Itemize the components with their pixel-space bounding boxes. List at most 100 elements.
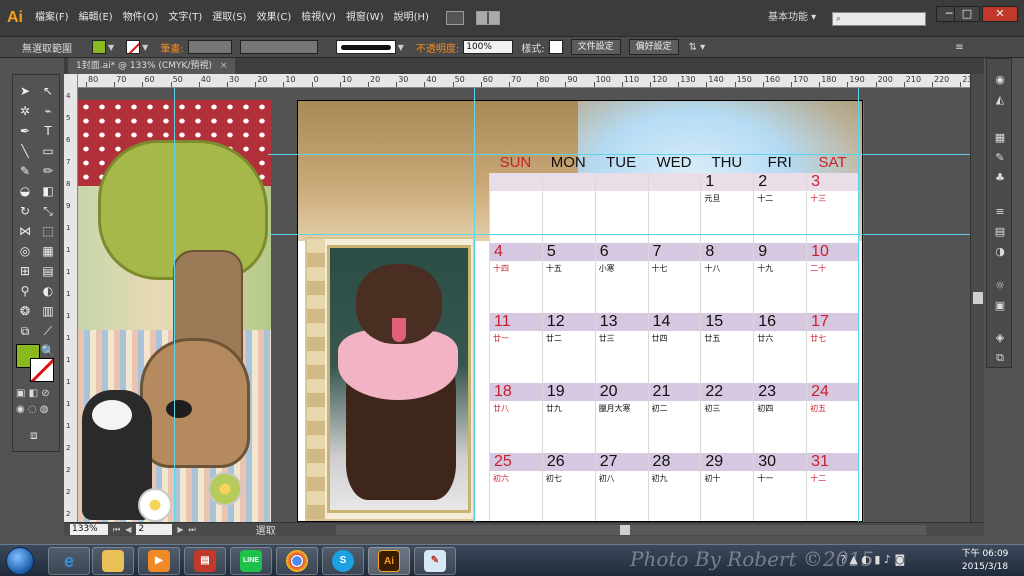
magic-wand-tool-icon[interactable]: ✲ bbox=[15, 101, 35, 121]
chevron-down-icon[interactable]: ▼ bbox=[142, 43, 148, 52]
arrange-documents-icon[interactable] bbox=[475, 11, 500, 25]
document-setup-button[interactable]: 文件設定 bbox=[570, 39, 621, 55]
taskbar-line[interactable]: LINE bbox=[230, 547, 272, 575]
calendar-day-cell[interactable]: 4 十四 bbox=[489, 243, 542, 313]
transform-icon[interactable]: ⇅ ▾ bbox=[689, 42, 706, 53]
calendar-day-cell[interactable]: 15 廿五 bbox=[700, 313, 753, 383]
screen-mode-icon[interactable]: ⧈ bbox=[30, 428, 38, 443]
first-artboard-icon[interactable]: ⏮ bbox=[113, 525, 120, 535]
calendar-day-cell[interactable]: 2 十二 bbox=[753, 173, 806, 243]
free-transform-tool-icon[interactable]: ⬚ bbox=[38, 221, 58, 241]
calendar-day-cell[interactable]: 19 廿九 bbox=[541, 383, 595, 453]
opacity-label[interactable]: 不透明度: bbox=[416, 40, 459, 55]
mesh-tool-icon[interactable]: ⊞ bbox=[15, 261, 35, 281]
appearance-icon[interactable]: ☼ bbox=[992, 279, 1008, 293]
transparency-icon[interactable]: ◑ bbox=[992, 245, 1008, 259]
rotate-tool-icon[interactable]: ↻ bbox=[15, 201, 35, 221]
menu-file[interactable]: 檔案(F) bbox=[30, 0, 74, 36]
taskbar-chrome[interactable] bbox=[276, 547, 318, 575]
guide-line[interactable] bbox=[268, 154, 970, 155]
calendar-day-cell[interactable] bbox=[489, 173, 542, 243]
chevron-down-icon[interactable]: ▼ bbox=[108, 43, 114, 52]
guide-line[interactable] bbox=[174, 88, 175, 522]
eyedropper-tool-icon[interactable]: ⚲ bbox=[15, 281, 35, 301]
guide-line[interactable] bbox=[268, 234, 970, 235]
type-tool-icon[interactable]: T bbox=[38, 121, 58, 141]
calendar-day-cell[interactable] bbox=[647, 173, 701, 243]
calendar-day-cell[interactable]: 21 初二 bbox=[647, 383, 701, 453]
shape-builder-tool-icon[interactable]: ◎ bbox=[15, 241, 35, 261]
eraser-tool-icon[interactable]: ◧ bbox=[38, 181, 58, 201]
calendar-day-cell[interactable] bbox=[541, 173, 595, 243]
calendar-day-cell[interactable]: 31 十二 bbox=[806, 453, 859, 521]
symbol-sprayer-tool-icon[interactable]: ❂ bbox=[15, 301, 35, 321]
stroke-weight-field[interactable] bbox=[187, 40, 232, 54]
close-icon[interactable]: × bbox=[220, 61, 228, 71]
scroll-thumb[interactable] bbox=[973, 292, 983, 304]
chevron-down-icon[interactable]: ▼ bbox=[398, 43, 404, 52]
workspace-switcher[interactable]: 基本功能 ▾ bbox=[768, 0, 816, 36]
menu-effect[interactable]: 效果(C) bbox=[251, 0, 296, 36]
width-tool-icon[interactable]: ⋈ bbox=[15, 221, 35, 241]
layers-icon[interactable]: ◈ bbox=[992, 331, 1008, 345]
calendar-day-cell[interactable]: 11 廿一 bbox=[489, 313, 542, 383]
stroke-color-swatch[interactable] bbox=[126, 40, 141, 54]
rectangle-tool-icon[interactable]: ▭ bbox=[38, 141, 58, 161]
calendar-day-cell[interactable]: 26 初七 bbox=[541, 453, 595, 521]
vertical-ruler[interactable]: 4 5 6 7 8 9 1 1 1 1 1 1 1 1 1 1 2 2 2 2 bbox=[64, 74, 78, 522]
document-tab[interactable]: 1封面.ai* @ 133% (CMYK/預視) × bbox=[68, 58, 236, 74]
previous-artboard-icon[interactable]: ◀ bbox=[125, 525, 131, 534]
horizontal-scrollbar[interactable] bbox=[335, 524, 926, 535]
blend-tool-icon[interactable]: ◐ bbox=[38, 281, 58, 301]
restore-button[interactable]: □ bbox=[954, 6, 980, 22]
guide-line[interactable] bbox=[474, 88, 475, 522]
perspective-grid-tool-icon[interactable]: ▦ bbox=[38, 241, 58, 261]
artboard[interactable]: SUN MON TUE WED THU FRI SAT 1 元旦 2 十二 3 十三 4 十四 5 十五 6 小寒… bbox=[297, 100, 863, 522]
menu-type[interactable]: 文字(T) bbox=[163, 0, 207, 36]
calendar-day-cell[interactable]: 6 小寒 bbox=[594, 243, 648, 313]
selection-tool-icon[interactable]: ➤ bbox=[15, 81, 35, 101]
calendar-day-cell[interactable]: 22 初三 bbox=[700, 383, 753, 453]
gradient-tool-icon[interactable]: ▤ bbox=[38, 261, 58, 281]
stroke-swatch[interactable] bbox=[30, 358, 54, 382]
bridge-icon[interactable] bbox=[445, 11, 464, 25]
stroke-weight-label[interactable]: 筆畫: bbox=[160, 40, 183, 55]
line-tool-icon[interactable]: ╲ bbox=[15, 141, 35, 161]
calendar-day-cell[interactable]: 18 廿八 bbox=[489, 383, 542, 453]
close-button[interactable]: ✕ bbox=[982, 6, 1018, 22]
current-tool-status[interactable]: 選取 bbox=[256, 522, 276, 537]
color-mode-icon[interactable]: ▣ ◧ ⊘ bbox=[16, 388, 50, 399]
pencil-tool-icon[interactable]: ✏ bbox=[38, 161, 58, 181]
calendar-day-cell[interactable]: 10 二十 bbox=[806, 243, 859, 313]
calendar-day-cell[interactable]: 3 十三 bbox=[806, 173, 859, 243]
menu-edit[interactable]: 編輯(E) bbox=[74, 0, 118, 36]
help-search-input[interactable]: ⌕ bbox=[832, 12, 926, 26]
panel-menu-icon[interactable]: ≡ bbox=[955, 42, 963, 53]
direct-selection-tool-icon[interactable]: ↖ bbox=[38, 81, 58, 101]
artboards-icon[interactable]: ⧉ bbox=[992, 351, 1008, 365]
brushes-icon[interactable]: ✎ bbox=[992, 151, 1008, 165]
scale-tool-icon[interactable]: ⤡ bbox=[38, 201, 58, 221]
fill-color-swatch[interactable] bbox=[92, 40, 106, 54]
calendar-day-cell[interactable]: 30 十一 bbox=[753, 453, 806, 521]
gradient-panel-icon[interactable]: ▤ bbox=[992, 225, 1008, 239]
preferences-button[interactable]: 偏好設定 bbox=[628, 39, 679, 55]
guide-line[interactable] bbox=[858, 88, 859, 522]
blob-brush-tool-icon[interactable]: ◒ bbox=[15, 181, 35, 201]
calendar-day-cell[interactable]: 25 初六 bbox=[489, 453, 542, 521]
last-artboard-icon[interactable]: ⏭ bbox=[189, 525, 196, 535]
next-artboard-icon[interactable]: ▶ bbox=[177, 525, 183, 534]
horizontal-ruler[interactable]: 80 70 60 50 40 30 20 10 0 10 20 30 40 50 60 70 80 90 100 11… bbox=[78, 74, 970, 88]
calendar-day-cell[interactable]: 16 廿六 bbox=[753, 313, 806, 383]
system-clock[interactable]: 下午 06:09 2015/3/18 bbox=[950, 548, 1020, 574]
stroke-panel-icon[interactable]: ≡ bbox=[992, 205, 1008, 219]
vertical-scrollbar[interactable] bbox=[970, 74, 984, 522]
calendar-day-cell[interactable] bbox=[594, 173, 648, 243]
lasso-tool-icon[interactable]: ⌁ bbox=[38, 101, 58, 121]
canvas[interactable]: SUN MON TUE WED THU FRI SAT 1 元旦 2 十二 3 十三 4 十四 5 十五 6 小寒… bbox=[78, 88, 970, 522]
variable-width-profile[interactable] bbox=[239, 40, 318, 54]
photo-frame[interactable] bbox=[305, 237, 475, 521]
graphic-styles-icon[interactable]: ▣ bbox=[992, 299, 1008, 313]
menu-select[interactable]: 選取(S) bbox=[207, 0, 251, 36]
draw-mode-icon[interactable]: ◉ ◌ ◍ bbox=[16, 404, 49, 415]
